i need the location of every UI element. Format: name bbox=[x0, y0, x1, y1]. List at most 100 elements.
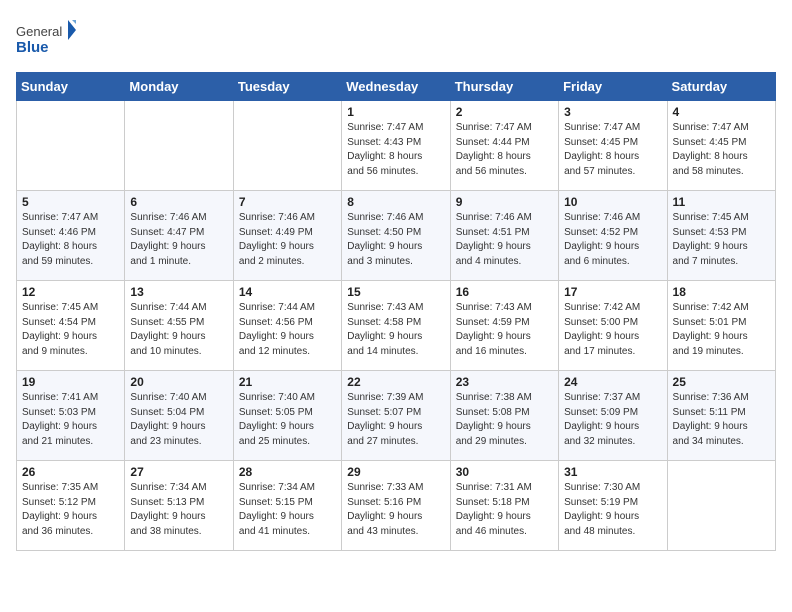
calendar-cell: 14 Sunrise: 7:44 AM Sunset: 4:56 PM Dayli… bbox=[233, 281, 341, 371]
day-info: Sunrise: 7:43 AM Sunset: 4:59 PM Dayligh… bbox=[456, 301, 553, 359]
day-info: Sunrise: 7:38 AM Sunset: 5:08 PM Dayligh… bbox=[456, 391, 553, 449]
week-row-5: 26 Sunrise: 7:35 AM Sunset: 5:12 PM Dayli… bbox=[17, 461, 776, 551]
day-info: Sunrise: 7:47 AM Sunset: 4:44 PM Dayligh… bbox=[456, 121, 553, 179]
calendar-cell bbox=[667, 461, 775, 551]
day-number: 9 bbox=[456, 195, 553, 209]
day-info: Sunrise: 7:45 AM Sunset: 4:54 PM Dayligh… bbox=[22, 301, 119, 359]
day-number: 13 bbox=[130, 285, 227, 299]
day-number: 20 bbox=[130, 375, 227, 389]
calendar-cell: 25Sunrise: 7:36 AM Sunset: 5:11 PM Dayli… bbox=[667, 371, 775, 461]
calendar-cell: 13 Sunrise: 7:44 AM Sunset: 4:55 PM Dayli… bbox=[125, 281, 233, 371]
day-info: Sunrise: 7:40 AM Sunset: 5:05 PM Dayligh… bbox=[239, 391, 336, 449]
day-number: 30 bbox=[456, 465, 553, 479]
day-number: 12 bbox=[22, 285, 119, 299]
day-info: Sunrise: 7:34 AM Sunset: 5:13 PM Dayligh… bbox=[130, 481, 227, 539]
calendar-cell bbox=[233, 101, 341, 191]
day-info: Sunrise: 7:42 AM Sunset: 5:00 PM Dayligh… bbox=[564, 301, 661, 359]
day-number: 26 bbox=[22, 465, 119, 479]
svg-text:General: General bbox=[16, 24, 62, 39]
week-row-3: 12 Sunrise: 7:45 AM Sunset: 4:54 PM Dayli… bbox=[17, 281, 776, 371]
header-wednesday: Wednesday bbox=[342, 73, 450, 101]
calendar-cell: 17 Sunrise: 7:42 AM Sunset: 5:00 PM Dayli… bbox=[559, 281, 667, 371]
calendar-cell: 21 Sunrise: 7:40 AM Sunset: 5:05 PM Dayli… bbox=[233, 371, 341, 461]
day-info: Sunrise: 7:47 AM Sunset: 4:46 PM Dayligh… bbox=[22, 211, 119, 269]
day-info: Sunrise: 7:42 AM Sunset: 5:01 PM Dayligh… bbox=[673, 301, 770, 359]
day-number: 4 bbox=[673, 105, 770, 119]
day-number: 5 bbox=[22, 195, 119, 209]
day-number: 17 bbox=[564, 285, 661, 299]
day-number: 28 bbox=[239, 465, 336, 479]
calendar-cell: 23Sunrise: 7:38 AM Sunset: 5:08 PM Dayli… bbox=[450, 371, 558, 461]
day-info: Sunrise: 7:34 AM Sunset: 5:15 PM Dayligh… bbox=[239, 481, 336, 539]
day-info: Sunrise: 7:45 AM Sunset: 4:53 PM Dayligh… bbox=[673, 211, 770, 269]
day-info: Sunrise: 7:46 AM Sunset: 4:50 PM Dayligh… bbox=[347, 211, 444, 269]
calendar-cell: 26 Sunrise: 7:35 AM Sunset: 5:12 PM Dayli… bbox=[17, 461, 125, 551]
day-info: Sunrise: 7:46 AM Sunset: 4:52 PM Dayligh… bbox=[564, 211, 661, 269]
day-number: 15 bbox=[347, 285, 444, 299]
day-info: Sunrise: 7:37 AM Sunset: 5:09 PM Dayligh… bbox=[564, 391, 661, 449]
calendar-cell: 12 Sunrise: 7:45 AM Sunset: 4:54 PM Dayli… bbox=[17, 281, 125, 371]
day-number: 16 bbox=[456, 285, 553, 299]
day-info: Sunrise: 7:39 AM Sunset: 5:07 PM Dayligh… bbox=[347, 391, 444, 449]
calendar-cell: 29Sunrise: 7:33 AM Sunset: 5:16 PM Dayli… bbox=[342, 461, 450, 551]
day-info: Sunrise: 7:40 AM Sunset: 5:04 PM Dayligh… bbox=[130, 391, 227, 449]
calendar-cell: 4 Sunrise: 7:47 AM Sunset: 4:45 PM Daylig… bbox=[667, 101, 775, 191]
calendar-cell: 31 Sunrise: 7:30 AM Sunset: 5:19 PM Dayli… bbox=[559, 461, 667, 551]
calendar-cell: 10 Sunrise: 7:46 AM Sunset: 4:52 PM Dayli… bbox=[559, 191, 667, 281]
day-info: Sunrise: 7:46 AM Sunset: 4:47 PM Dayligh… bbox=[130, 211, 227, 269]
day-number: 7 bbox=[239, 195, 336, 209]
day-number: 19 bbox=[22, 375, 119, 389]
calendar-header-row: SundayMondayTuesdayWednesdayThursdayFrid… bbox=[17, 73, 776, 101]
day-info: Sunrise: 7:44 AM Sunset: 4:56 PM Dayligh… bbox=[239, 301, 336, 359]
day-info: Sunrise: 7:47 AM Sunset: 4:43 PM Dayligh… bbox=[347, 121, 444, 179]
day-number: 21 bbox=[239, 375, 336, 389]
calendar-cell: 22Sunrise: 7:39 AM Sunset: 5:07 PM Dayli… bbox=[342, 371, 450, 461]
day-number: 2 bbox=[456, 105, 553, 119]
calendar-cell: 5 Sunrise: 7:47 AM Sunset: 4:46 PM Daylig… bbox=[17, 191, 125, 281]
day-number: 18 bbox=[673, 285, 770, 299]
calendar-cell: 11Sunrise: 7:45 AM Sunset: 4:53 PM Dayli… bbox=[667, 191, 775, 281]
header-thursday: Thursday bbox=[450, 73, 558, 101]
calendar-cell bbox=[125, 101, 233, 191]
day-info: Sunrise: 7:44 AM Sunset: 4:55 PM Dayligh… bbox=[130, 301, 227, 359]
calendar-cell: 7 Sunrise: 7:46 AM Sunset: 4:49 PM Daylig… bbox=[233, 191, 341, 281]
calendar-cell: 20 Sunrise: 7:40 AM Sunset: 5:04 PM Dayli… bbox=[125, 371, 233, 461]
header-friday: Friday bbox=[559, 73, 667, 101]
day-number: 1 bbox=[347, 105, 444, 119]
calendar-cell: 19 Sunrise: 7:41 AM Sunset: 5:03 PM Dayli… bbox=[17, 371, 125, 461]
week-row-4: 19 Sunrise: 7:41 AM Sunset: 5:03 PM Dayli… bbox=[17, 371, 776, 461]
header-monday: Monday bbox=[125, 73, 233, 101]
calendar-cell: 3 Sunrise: 7:47 AM Sunset: 4:45 PM Daylig… bbox=[559, 101, 667, 191]
day-info: Sunrise: 7:47 AM Sunset: 4:45 PM Dayligh… bbox=[564, 121, 661, 179]
header-saturday: Saturday bbox=[667, 73, 775, 101]
calendar-cell: 27 Sunrise: 7:34 AM Sunset: 5:13 PM Dayli… bbox=[125, 461, 233, 551]
day-info: Sunrise: 7:35 AM Sunset: 5:12 PM Dayligh… bbox=[22, 481, 119, 539]
calendar-cell: 30 Sunrise: 7:31 AM Sunset: 5:18 PM Dayli… bbox=[450, 461, 558, 551]
day-number: 29 bbox=[347, 465, 444, 479]
week-row-1: 1 Sunrise: 7:47 AM Sunset: 4:43 PM Daylig… bbox=[17, 101, 776, 191]
day-info: Sunrise: 7:30 AM Sunset: 5:19 PM Dayligh… bbox=[564, 481, 661, 539]
header-tuesday: Tuesday bbox=[233, 73, 341, 101]
logo: General Blue bbox=[16, 16, 76, 60]
calendar-cell: 2 Sunrise: 7:47 AM Sunset: 4:44 PM Daylig… bbox=[450, 101, 558, 191]
day-number: 27 bbox=[130, 465, 227, 479]
day-info: Sunrise: 7:46 AM Sunset: 4:51 PM Dayligh… bbox=[456, 211, 553, 269]
day-number: 10 bbox=[564, 195, 661, 209]
logo-svg: General Blue bbox=[16, 16, 76, 60]
calendar-cell bbox=[17, 101, 125, 191]
calendar-cell: 8Sunrise: 7:46 AM Sunset: 4:50 PM Daylig… bbox=[342, 191, 450, 281]
calendar-cell: 9 Sunrise: 7:46 AM Sunset: 4:51 PM Daylig… bbox=[450, 191, 558, 281]
svg-text:Blue: Blue bbox=[16, 39, 49, 56]
page-header: General Blue bbox=[16, 16, 776, 60]
calendar-table: SundayMondayTuesdayWednesdayThursdayFrid… bbox=[16, 72, 776, 551]
day-info: Sunrise: 7:31 AM Sunset: 5:18 PM Dayligh… bbox=[456, 481, 553, 539]
day-number: 3 bbox=[564, 105, 661, 119]
day-info: Sunrise: 7:47 AM Sunset: 4:45 PM Dayligh… bbox=[673, 121, 770, 179]
day-number: 14 bbox=[239, 285, 336, 299]
day-info: Sunrise: 7:46 AM Sunset: 4:49 PM Dayligh… bbox=[239, 211, 336, 269]
day-number: 31 bbox=[564, 465, 661, 479]
day-info: Sunrise: 7:43 AM Sunset: 4:58 PM Dayligh… bbox=[347, 301, 444, 359]
calendar-cell: 28 Sunrise: 7:34 AM Sunset: 5:15 PM Dayli… bbox=[233, 461, 341, 551]
header-sunday: Sunday bbox=[17, 73, 125, 101]
day-info: Sunrise: 7:41 AM Sunset: 5:03 PM Dayligh… bbox=[22, 391, 119, 449]
